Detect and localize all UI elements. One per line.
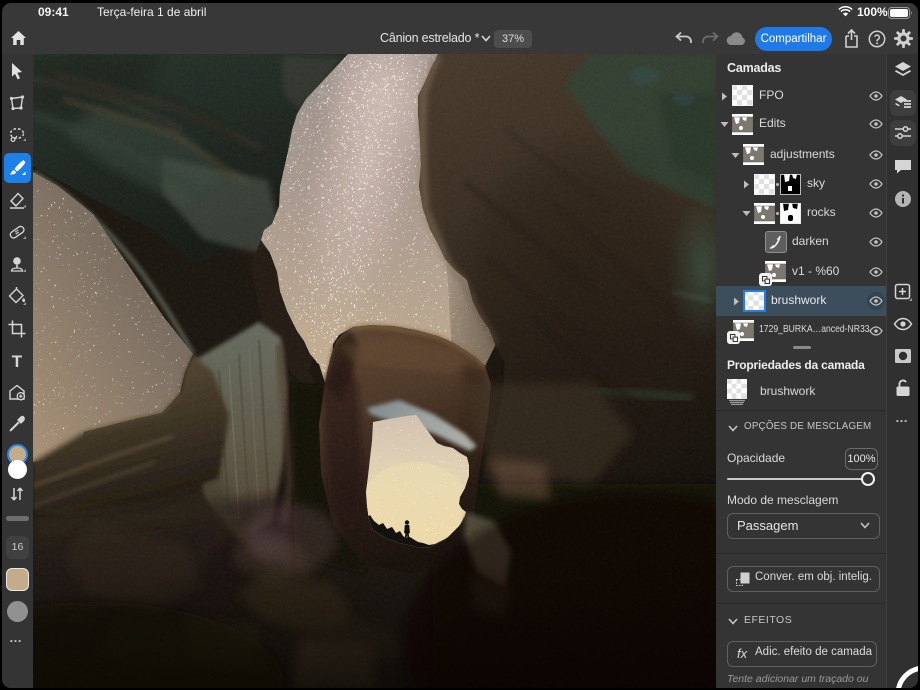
svg-text:T: T: [12, 352, 23, 371]
